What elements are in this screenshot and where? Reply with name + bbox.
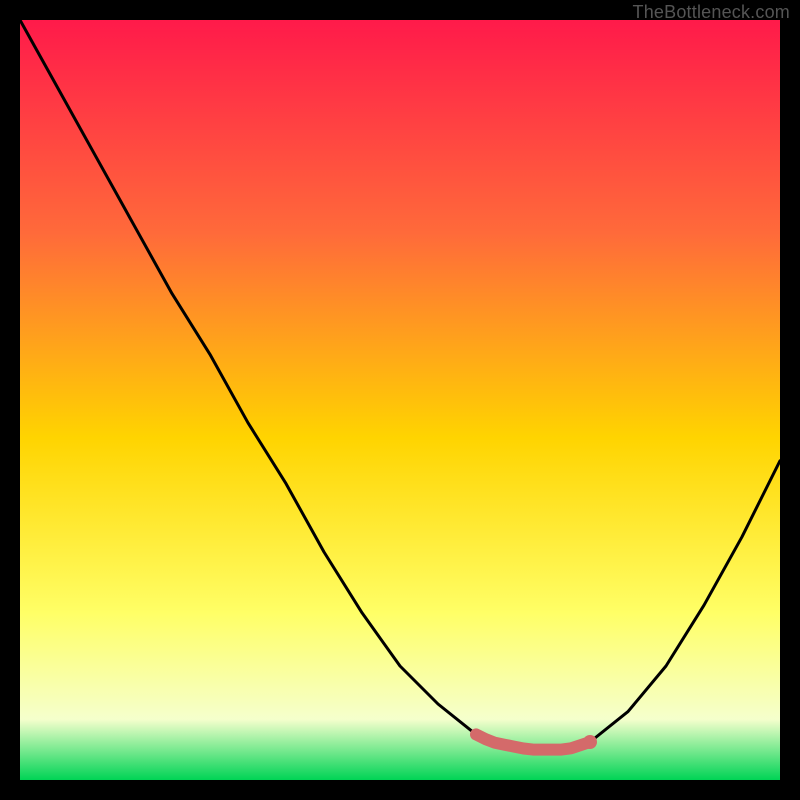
watermark-text: TheBottleneck.com xyxy=(633,2,790,23)
plot-area xyxy=(20,20,780,780)
chart-container: TheBottleneck.com xyxy=(0,0,800,800)
chart-svg xyxy=(20,20,780,780)
optimal-range-end-dot xyxy=(583,735,597,749)
